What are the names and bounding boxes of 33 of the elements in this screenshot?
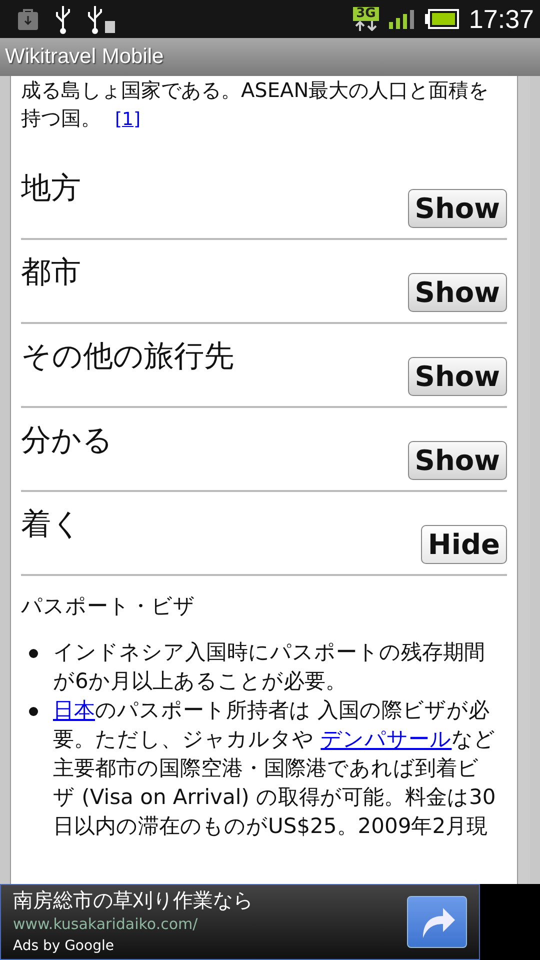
clock: 17:37 — [468, 4, 534, 34]
bullet-text: 日本のパスポート所持者は 入国の際ビザが必要。ただし、ジャカルタや デンパサールなど主要都市の国際空港・国際港であれば到着ビザ (Visa on Arrival) の取得が可能。料金は30日以内の滞在のものがUS$25。2009年2月現 — [53, 697, 497, 840]
usb-debug-icon — [86, 4, 116, 34]
hide-button[interactable]: Hide — [420, 524, 507, 564]
section-heading: 都市 — [21, 254, 81, 292]
bullet-text: インドネシア入国時にパスポートの残存期間が6か月以上あることが必要。 — [53, 639, 486, 695]
share-arrow-button[interactable] — [407, 896, 467, 948]
text-link[interactable]: デンパサール — [320, 727, 452, 751]
section-heading: 地方 — [21, 170, 81, 208]
battery-icon — [424, 9, 459, 29]
intro-paragraph: 成る島しょ国家である。ASEAN最大の人口と面積を持つ国。 [1] — [21, 77, 490, 132]
show-button[interactable]: Show — [408, 440, 507, 480]
app-title: Wikitravel Mobile — [5, 45, 164, 69]
text-link[interactable]: 日本 — [53, 698, 95, 722]
ad-banner[interactable]: 南房総市の草刈り作業なら www.kusakaridaiko.com/ Ads by Google — [0, 884, 480, 960]
usb-icon — [54, 4, 72, 34]
show-button[interactable]: Show — [408, 188, 507, 228]
reference-link[interactable]: [1] — [115, 109, 140, 130]
network-type: 3G — [353, 7, 379, 21]
section-heading: その他の旅行先 — [21, 338, 234, 376]
download-bag-icon — [16, 8, 40, 30]
bullet-icon — [29, 707, 38, 716]
ad-headline: 南房総市の草刈り作業なら — [13, 887, 253, 913]
show-button[interactable]: Show — [408, 356, 507, 396]
subsection-heading: パスポート・ビザ — [21, 593, 196, 620]
section-heading: 着く — [21, 506, 82, 544]
bullet-icon — [29, 649, 38, 658]
show-button[interactable]: Show — [408, 272, 507, 312]
signal-icon — [388, 9, 415, 29]
data-arrows-icon — [352, 21, 379, 31]
section-heading: 分かる — [21, 422, 113, 460]
ad-attribution: Ads by Google — [13, 937, 115, 956]
ad-url: www.kusakaridaiko.com/ — [13, 914, 199, 935]
